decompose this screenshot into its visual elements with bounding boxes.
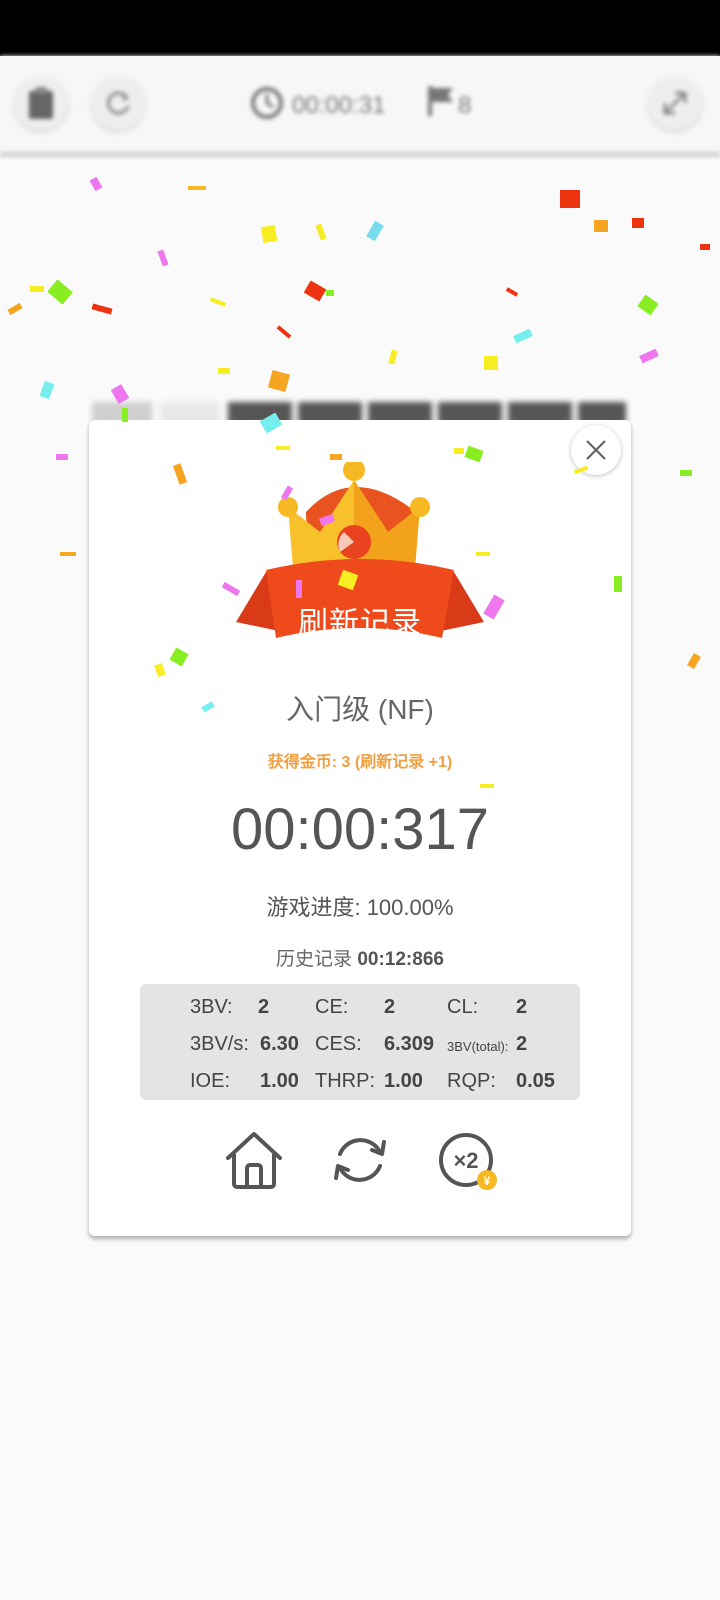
history-value: 00:12:866: [357, 949, 444, 970]
history-record: 历史记录 00:12:866: [89, 944, 631, 971]
double-coins-icon: ×2 ¥: [439, 1133, 497, 1190]
svg-text:¥: ¥: [484, 1174, 491, 1188]
record-banner-text: 刷新记录: [298, 607, 422, 640]
progress-value: 100.00%: [366, 895, 454, 920]
stat-value: 2: [384, 996, 396, 1018]
stat-label: IOE:: [190, 1070, 231, 1092]
clipboard-icon: [29, 87, 53, 119]
home-button[interactable]: [222, 1128, 286, 1192]
status-bar: [0, 0, 720, 56]
stat-value: 0.05: [516, 1070, 555, 1092]
coins-earned: 获得金币: 3 (刷新记录 +1): [267, 754, 453, 771]
stat-label: CE:: [315, 996, 349, 1018]
game-progress: 游戏进度: 100.00%: [89, 890, 631, 922]
refresh-button[interactable]: [91, 76, 145, 130]
clock-icon: [251, 87, 283, 119]
stat-value: 2: [258, 996, 270, 1018]
history-label: 历史记录: [276, 949, 353, 970]
restart-icon: [334, 1138, 386, 1182]
stat-value: 1.00: [260, 1070, 299, 1092]
restart-button[interactable]: [328, 1128, 392, 1192]
stat-label: CES:: [315, 1033, 362, 1055]
stat-value: 2: [516, 996, 528, 1018]
stat-label: 3BV/s:: [190, 1033, 249, 1055]
stat-value: 6.309: [384, 1033, 435, 1055]
close-icon: [586, 440, 606, 460]
stat-value: 2: [516, 1033, 528, 1055]
close-button[interactable]: [571, 425, 621, 475]
game-toolbar: 00:00:31 8: [0, 56, 720, 157]
stat-label: THRP:: [315, 1070, 375, 1092]
expand-icon: [663, 91, 687, 115]
refresh-icon: [106, 91, 130, 115]
flag-count: 8: [458, 92, 472, 119]
home-icon: [226, 1132, 282, 1189]
stat-label: 3BV:: [190, 996, 233, 1018]
stat-value: 1.00: [384, 1070, 423, 1092]
difficulty-level: 入门级 (NF): [286, 694, 434, 725]
clipboard-button[interactable]: [14, 76, 68, 130]
flag-icon: [428, 86, 453, 116]
stat-label: CL:: [447, 996, 479, 1018]
finish-time: 00:00:317: [230, 797, 490, 862]
stat-label: RQP:: [447, 1070, 496, 1092]
stat-value: 6.30: [260, 1033, 299, 1055]
timer-text: 00:00:31: [292, 92, 386, 119]
expand-button[interactable]: [648, 76, 702, 130]
double-coins-button[interactable]: ×2 ¥: [434, 1128, 504, 1198]
stat-label: 3BV(total):: [447, 1039, 509, 1054]
double-label: ×2: [453, 1148, 478, 1173]
progress-label: 游戏进度:: [266, 895, 361, 920]
stats-panel: 3BV: 2 CE: 2 CL: 2 3BV/s: 6.30 CES: 6.30…: [140, 984, 580, 1100]
